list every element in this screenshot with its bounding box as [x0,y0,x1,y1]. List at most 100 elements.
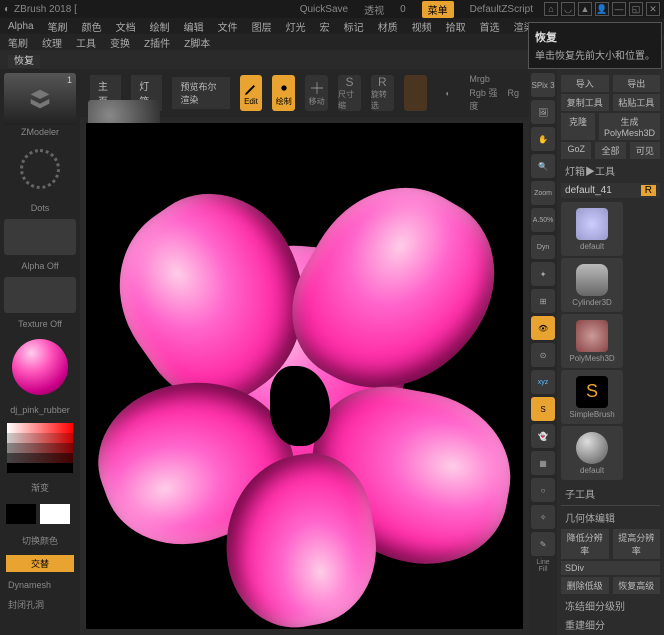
sdiv-slider[interactable]: SDiv [561,561,660,575]
geometry-header[interactable]: 几何体编辑 [561,508,660,527]
rgb-intensity-label[interactable]: Rgb 强度 [469,86,497,112]
submenu-transform[interactable]: 变换 [110,35,130,50]
xyz-icon[interactable]: xyz [531,370,555,394]
minimize-icon[interactable]: — [612,2,626,16]
cross-button[interactable]: 交替 [6,555,74,572]
lower-res-button[interactable]: 降低分辨率 [561,529,608,559]
lightbox-tools[interactable]: 灯箱▶工具 [561,161,660,180]
reconstruct-subdiv[interactable]: 重建细分 [561,615,660,634]
menu-file[interactable]: 文件 [218,19,238,34]
mrgb-label[interactable]: Mrgb [469,74,497,84]
floor-grid-icon[interactable]: ⊞ [531,289,555,313]
quicksave-button[interactable]: QuickSave [300,4,348,15]
house-icon[interactable]: ⌂ [544,2,558,16]
submenu-zscript[interactable]: Z脚本 [184,35,210,50]
zbrush-logo-icon: ◐ [4,4,10,15]
menu-material[interactable]: 材质 [378,19,398,34]
zmodeler-thumb[interactable]: 1 [4,73,76,125]
up-icon[interactable]: ▲ [578,2,592,16]
menu-picker[interactable]: 拾取 [446,19,466,34]
del-lower-button[interactable]: 删除低级 [561,577,608,594]
higher-res-button[interactable]: 提高分辨率 [613,529,660,559]
tool-cylinder3d[interactable]: Cylinder3D [561,258,623,312]
close-icon[interactable]: ✕ [646,2,660,16]
ghost-icon[interactable]: 👻 [531,424,555,448]
menu-brush[interactable]: 笔刷 [48,19,68,34]
polyframe-icon[interactable]: ▦ [531,451,555,475]
del-higher-button[interactable]: 恢复高级 [613,577,660,594]
menu-light[interactable]: 灯光 [286,19,306,34]
submenu-tool[interactable]: 工具 [76,35,96,50]
dynamic-icon[interactable]: Dyn [531,235,555,259]
actual-size-icon[interactable]: A.50% [531,208,555,232]
swatch-white[interactable] [40,504,70,524]
alpha-swatch[interactable] [4,219,76,255]
menu-edit[interactable]: 编辑 [184,19,204,34]
paste-tool-button[interactable]: 粘贴工具 [613,94,660,111]
goz-visible-button[interactable]: 可见 [630,142,660,159]
snap-icon[interactable]: ✧ [531,505,555,529]
sphere-icon[interactable]: ◐ [437,75,460,111]
copy-tool-button[interactable]: 复制工具 [561,94,608,111]
subtool-header[interactable]: 子工具 [561,484,660,503]
menu-draw[interactable]: 绘制 [150,19,170,34]
make-polymesh3d-button[interactable]: 生成 PolyMesh3D [599,113,660,140]
freeze-subdiv[interactable]: 冻结细分级别 [561,596,660,615]
clone-button[interactable]: 克隆 [561,113,595,140]
swatch-black[interactable] [6,504,36,524]
wifi-icon[interactable]: ◡ [561,2,575,16]
zoom-icon[interactable]: 🔍 [531,154,555,178]
color-picker[interactable] [7,423,73,473]
transparent-icon[interactable]: ○ [531,478,555,502]
menu-alpha[interactable]: Alpha [8,21,34,32]
menu-macro[interactable]: 宏 [320,19,330,34]
tool-default-flower[interactable]: default [561,202,623,256]
dynamesh-label[interactable]: Dynamesh [4,578,76,592]
tool-default-sphere[interactable]: default [561,426,623,480]
default-zscript[interactable]: DefaultZScript [470,4,533,15]
menu-marker[interactable]: 标记 [344,19,364,34]
tab-preview[interactable]: 预览布尔渲染 [172,77,229,109]
solo-icon[interactable]: S [531,397,555,421]
zoom3d-icon[interactable]: Zoom [531,181,555,205]
local-sym-icon[interactable]: ⊙ [531,343,555,367]
menu-layer[interactable]: 图层 [252,19,272,34]
menu-button[interactable]: 菜单 [422,1,454,18]
goz-all-button[interactable]: 全部 [595,142,625,159]
submenu-zplugin[interactable]: Z插件 [144,35,170,50]
viewport[interactable] [86,123,523,629]
export-button[interactable]: 导出 [613,75,660,92]
edit-tool-icon[interactable]: ✎ [531,532,555,556]
hand-icon[interactable]: ✋ [531,127,555,151]
gizmo-button[interactable] [404,75,427,111]
restore-tab[interactable]: 恢复 [8,55,40,68]
user-icon[interactable]: 👤 [595,2,609,16]
submenu-texture[interactable]: 纹理 [42,35,62,50]
draw-mode-button[interactable]: 绘制 [272,75,295,111]
texture-swatch[interactable] [4,277,76,313]
submenu-brush[interactable]: 笔刷 [8,35,28,50]
spotlight-icon[interactable]: ✦ [531,262,555,286]
material-preview[interactable] [12,339,68,395]
perspective-label[interactable]: 透视 [364,2,384,17]
left-shelf: 1 ZModeler PolySphere Dots Alpha Off Tex… [0,69,80,635]
rg-label[interactable]: Rg [508,88,520,98]
goz-button[interactable]: GoZ [561,142,591,159]
menu-movie[interactable]: 视频 [412,19,432,34]
menu-prefs[interactable]: 首选 [480,19,500,34]
import-button[interactable]: 导入 [561,75,608,92]
menu-color[interactable]: 颜色 [82,19,102,34]
tool-polymesh3d[interactable]: PolyMesh3D [561,314,623,368]
closeholes-label[interactable]: 封闭孔洞 [4,596,76,613]
restore-icon[interactable]: ◱ [629,2,643,16]
tool-simplebrush[interactable]: SSimpleBrush [561,370,623,424]
persp-icon[interactable]: 👁 [531,316,555,340]
menu-document[interactable]: 文档 [116,19,136,34]
edit-mode-button[interactable]: Edit [240,75,263,111]
r-badge[interactable]: R [641,185,656,196]
move-mode-button[interactable]: 移动 [305,75,328,111]
scale-mode-button[interactable]: S尺寸缩 [338,75,361,111]
rotate-mode-button[interactable]: R旋转选 [371,75,394,111]
spix-label[interactable]: SPix 3 [531,73,555,97]
bpr-icon[interactable]: 🖼 [531,100,555,124]
